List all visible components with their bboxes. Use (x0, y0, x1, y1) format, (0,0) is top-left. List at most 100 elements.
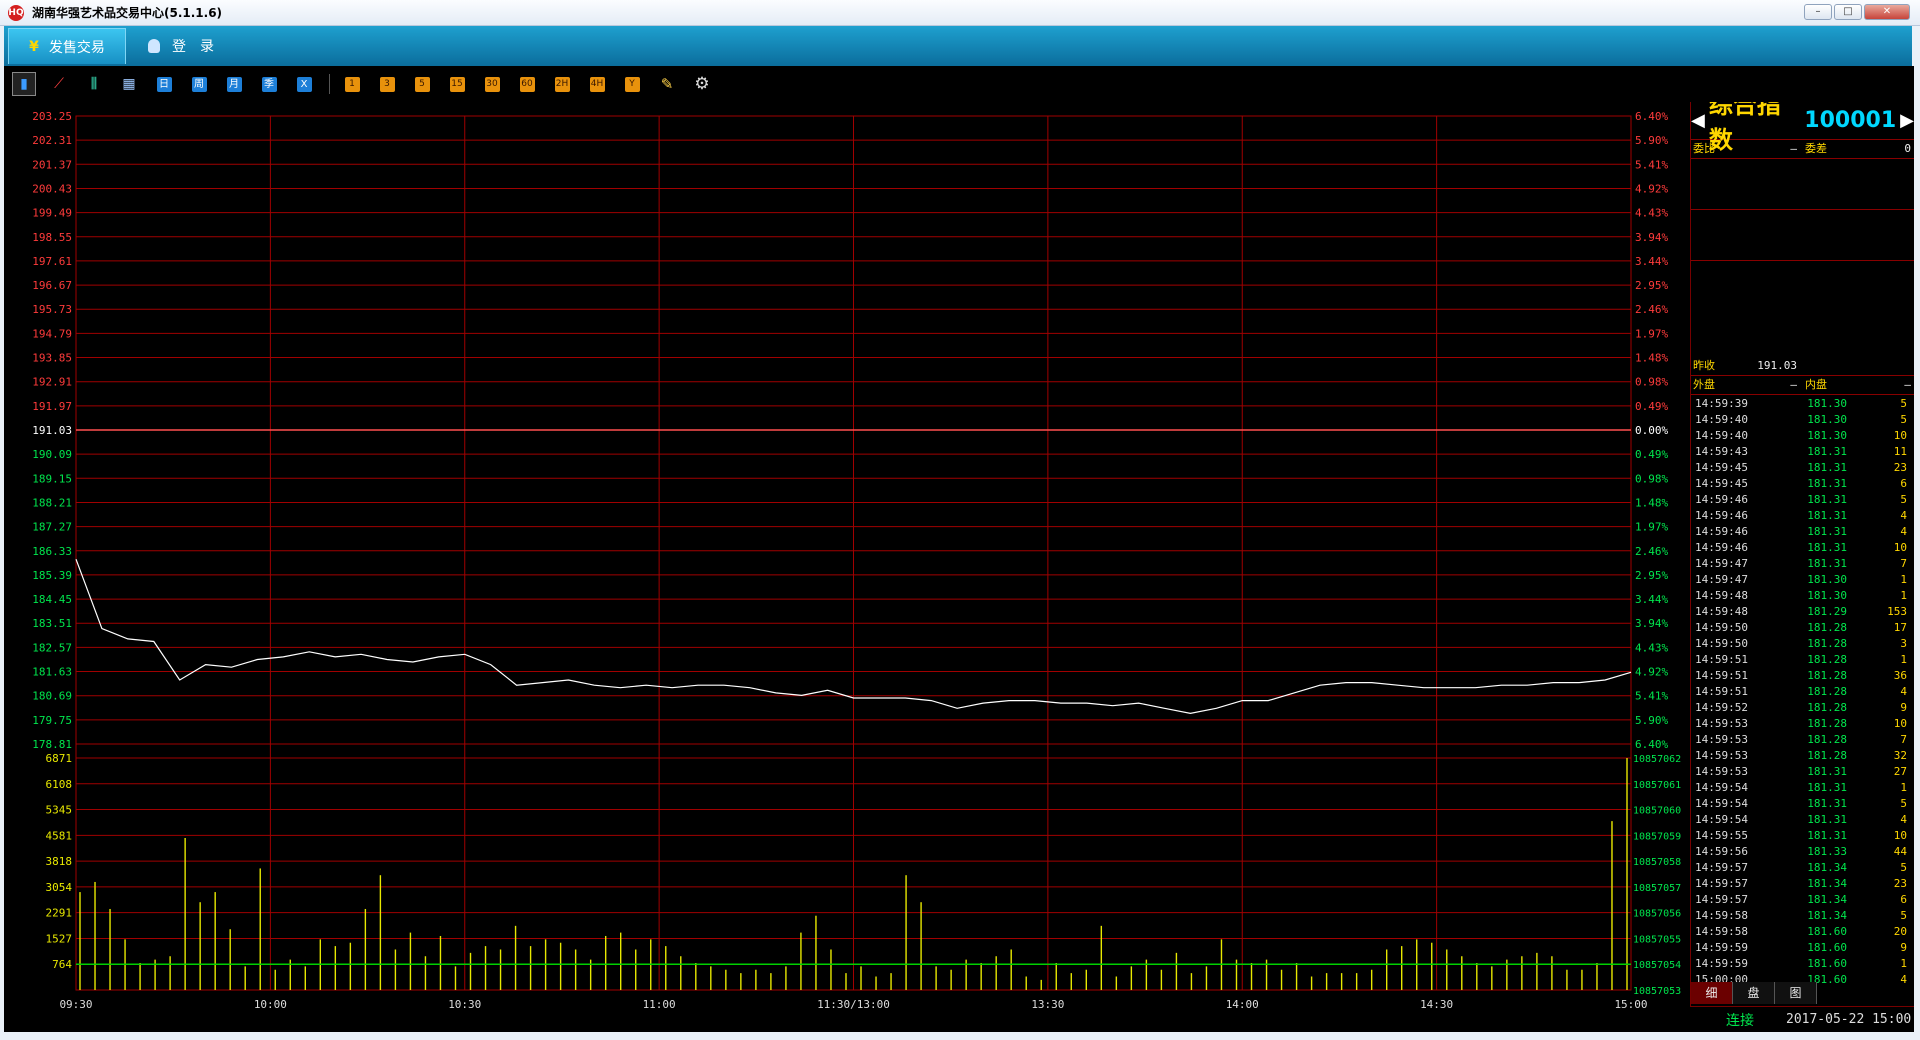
trend-icon[interactable]: ⟋ (47, 72, 71, 96)
tick-volume: 10 (1893, 429, 1907, 442)
period-button-1[interactable]: 周 (187, 72, 211, 96)
tick-time: 14:59:57 (1695, 893, 1748, 906)
settings-icon[interactable]: ⚙ (690, 72, 714, 96)
chart-area[interactable]: 203.25 6.40% 202.31 5.90% 201.37 5.41% 200.43 4… (4, 102, 1690, 1032)
tick-volume: 5 (1900, 861, 1907, 874)
tick-volume: 1 (1900, 781, 1907, 794)
weibi-row: 委比 — 委差 0 (1691, 141, 1914, 157)
tick-volume: 17 (1893, 621, 1907, 634)
sell-volume (1797, 160, 1911, 176)
minute-period-button-1[interactable]: 3 (375, 72, 399, 96)
price-tick-label: 202.31 (32, 134, 72, 147)
tick-price: 181.60 (1807, 925, 1847, 938)
quote-label-2 (1803, 326, 1853, 342)
intraday-chart[interactable]: 203.25 6.40% 202.31 5.90% 201.37 5.41% 200.43 4… (4, 102, 1690, 1032)
period-button-2[interactable]: 月 (222, 72, 246, 96)
quote-value-2 (1853, 342, 1911, 358)
tick-list[interactable]: 14:59:39 181.30 5 14:59:40 181.30 5 14:59:40 18… (1691, 396, 1914, 988)
time-tick-label: 14:30 (1420, 998, 1453, 1011)
maximize-button[interactable]: □ (1834, 4, 1862, 20)
quote-panel: ◀ 综合指数 100001 ▶ 委比 — 委差 0 昨收 191.03 外盘 —… (1690, 102, 1914, 1032)
tick-price: 181.31 (1807, 445, 1847, 458)
price-tick-label: 181.63 (32, 666, 72, 679)
sell-row (1691, 160, 1914, 176)
minute-period-button-6[interactable]: 2H (550, 72, 574, 96)
period-button-3[interactable]: 季 (257, 72, 281, 96)
next-instrument-icon[interactable]: ▶ (1900, 110, 1914, 131)
sell-label (1693, 160, 1743, 176)
tick-time: 14:59:48 (1695, 605, 1748, 618)
toolbar: ▮ ⟋ ⫼ ▦ 日 周 月 季 X 1 3 5 15 30 60 2H 4H Y ✎ ⚙ (4, 66, 1914, 102)
quote-label-2 (1803, 262, 1853, 278)
close-button[interactable]: ✕ (1864, 4, 1910, 20)
volume-right-tick-label: 10857057 (1633, 883, 1681, 894)
chart-type-icon[interactable]: ▮ (12, 72, 36, 96)
tick-volume: 32 (1893, 749, 1907, 762)
tick-time: 14:59:59 (1695, 957, 1748, 970)
side-tab-2[interactable]: 图 (1775, 982, 1817, 1004)
tick-row: 14:59:39 181.30 5 (1691, 396, 1914, 412)
period-button-4[interactable]: X (292, 72, 316, 96)
volume-tick-label: 4581 (46, 829, 73, 842)
window-title: 湖南华强艺术品交易中心(5.1.1.6) (32, 6, 223, 20)
tick-price: 181.30 (1807, 413, 1847, 426)
volume-right-tick-label: 10857054 (1633, 960, 1681, 971)
minute-period-label: Y (624, 76, 640, 92)
tick-row: 14:59:58 181.34 5 (1691, 908, 1914, 924)
user-icon (148, 39, 160, 53)
edit-icon[interactable]: ✎ (655, 72, 679, 96)
quote-value-2 (1853, 278, 1911, 294)
period-button-0[interactable]: 日 (152, 72, 176, 96)
price-tick-label: 190.09 (32, 448, 72, 461)
tick-volume: 1 (1900, 589, 1907, 602)
tick-volume: 1 (1900, 653, 1907, 666)
tick-volume: 6 (1900, 893, 1907, 906)
volume-right-tick-label: 10857056 (1633, 909, 1681, 920)
volume-tick-label: 3054 (46, 881, 73, 894)
outer-label: 外盘 (1693, 378, 1715, 391)
tick-time: 14:59:46 (1695, 525, 1748, 538)
tick-row: 14:59:54 181.31 4 (1691, 812, 1914, 828)
side-tab-1[interactable]: 盘 (1733, 982, 1775, 1004)
minute-period-button-4[interactable]: 30 (480, 72, 504, 96)
calendar-icon[interactable]: ▦ (117, 72, 141, 96)
price-tick-label: 186.33 (32, 545, 72, 558)
tick-time: 14:59:58 (1695, 909, 1748, 922)
tick-row: 14:59:47 181.30 1 (1691, 572, 1914, 588)
minute-period-button-3[interactable]: 15 (445, 72, 469, 96)
tick-volume: 36 (1893, 669, 1907, 682)
sell-volume (1797, 176, 1911, 192)
candlestick-icon[interactable]: ⫼ (82, 72, 106, 96)
tab-login[interactable]: 登 录 (148, 28, 214, 64)
tick-price: 181.34 (1807, 861, 1847, 874)
price-tick-label: 201.37 (32, 158, 72, 171)
side-tab-0[interactable]: 细 (1691, 982, 1733, 1004)
tick-time: 14:59:53 (1695, 733, 1748, 746)
minute-period-button-8[interactable]: Y (620, 72, 644, 96)
minute-period-button-7[interactable]: 4H (585, 72, 609, 96)
tick-time: 14:59:53 (1695, 749, 1748, 762)
percent-tick-label: 2.95% (1635, 279, 1668, 292)
tick-time: 14:59:58 (1695, 925, 1748, 938)
tick-price: 181.30 (1807, 397, 1847, 410)
prev-instrument-icon[interactable]: ◀ (1691, 110, 1705, 131)
minimize-button[interactable]: – (1804, 4, 1832, 20)
tick-volume: 27 (1893, 765, 1907, 778)
tick-price: 181.31 (1807, 765, 1847, 778)
yen-icon: ¥ (29, 38, 39, 55)
tab-trade[interactable]: ¥ 发售交易 (8, 28, 126, 64)
buy-volume (1797, 243, 1911, 259)
minute-period-button-2[interactable]: 5 (410, 72, 434, 96)
tick-row: 14:59:45 181.31 23 (1691, 460, 1914, 476)
volume-right-tick-label: 10857061 (1633, 780, 1681, 791)
price-tick-label: 183.51 (32, 617, 72, 630)
quote-value-2 (1853, 294, 1911, 310)
minute-period-button-0[interactable]: 1 (340, 72, 364, 96)
tick-volume: 5 (1900, 909, 1907, 922)
percent-tick-label: 1.48% (1635, 352, 1668, 365)
tick-price: 181.31 (1807, 541, 1847, 554)
minute-period-button-5[interactable]: 60 (515, 72, 539, 96)
connection-status: 连接 (1726, 1012, 1754, 1029)
tick-time: 14:59:46 (1695, 509, 1748, 522)
tick-time: 14:59:53 (1695, 717, 1748, 730)
